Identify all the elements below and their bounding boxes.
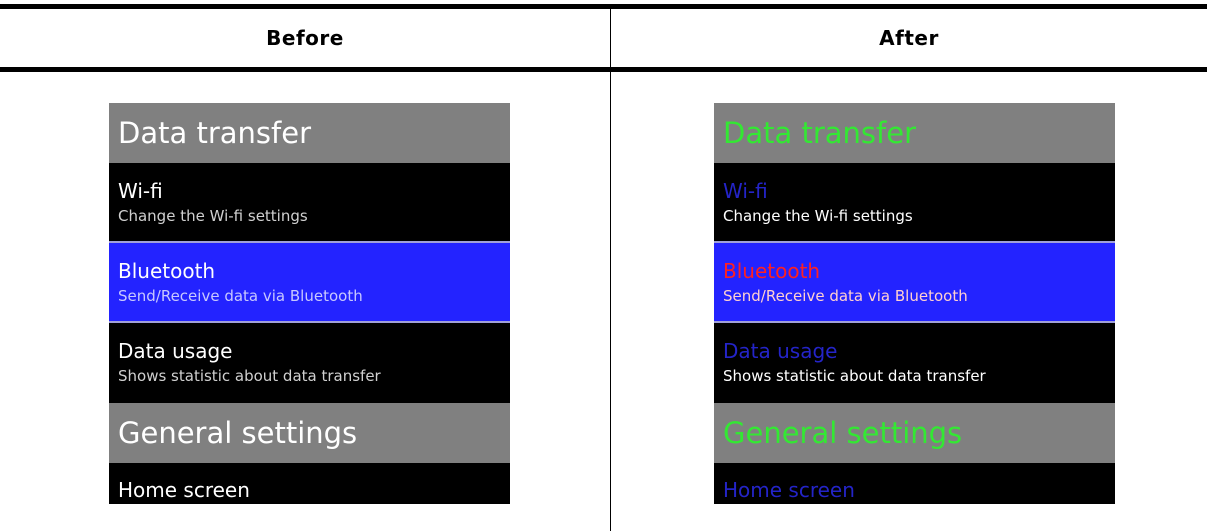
section-header-general-settings: General settings [714,403,1115,463]
after-menu: Data transfer Wi-fi Change the Wi-fi set… [714,103,1115,504]
menu-item-title: Wi-fi [723,179,768,203]
menu-item-bluetooth[interactable]: Bluetooth Send/Receive data via Bluetoot… [714,243,1115,323]
menu-item-subtitle: Shows statistic about data transfer [723,367,986,385]
top-rule [0,4,1207,9]
menu-item-subtitle: Change the Wi-fi settings [118,207,308,225]
menu-item-home-screen[interactable]: Home screen [714,463,1115,504]
after-column-header: After [879,26,939,50]
menu-item-subtitle: Send/Receive data via Bluetooth [118,287,363,305]
column-divider [610,9,611,531]
section-header-data-transfer: Data transfer [109,103,510,163]
before-menu: Data transfer Wi-fi Change the Wi-fi set… [109,103,510,504]
menu-item-title: Bluetooth [723,259,821,283]
menu-item-title: Bluetooth [118,259,216,283]
menu-item-subtitle: Send/Receive data via Bluetooth [723,287,968,305]
section-header-general-settings: General settings [109,403,510,463]
menu-item-wifi[interactable]: Wi-fi Change the Wi-fi settings [109,163,510,243]
menu-item-title: Home screen [118,478,250,502]
menu-item-subtitle: Change the Wi-fi settings [723,207,913,225]
section-header-data-transfer: Data transfer [714,103,1115,163]
header-rule [0,67,1207,72]
menu-item-data-usage[interactable]: Data usage Shows statistic about data tr… [109,323,510,403]
menu-item-bluetooth[interactable]: Bluetooth Send/Receive data via Bluetoot… [109,243,510,323]
menu-item-title: Wi-fi [118,179,163,203]
menu-item-title: Data usage [118,339,233,363]
menu-item-subtitle: Shows statistic about data transfer [118,367,381,385]
menu-item-home-screen[interactable]: Home screen [109,463,510,504]
menu-item-data-usage[interactable]: Data usage Shows statistic about data tr… [714,323,1115,403]
menu-item-wifi[interactable]: Wi-fi Change the Wi-fi settings [714,163,1115,243]
menu-item-title: Data usage [723,339,838,363]
before-column-header: Before [266,26,344,50]
menu-item-title: Home screen [723,478,855,502]
